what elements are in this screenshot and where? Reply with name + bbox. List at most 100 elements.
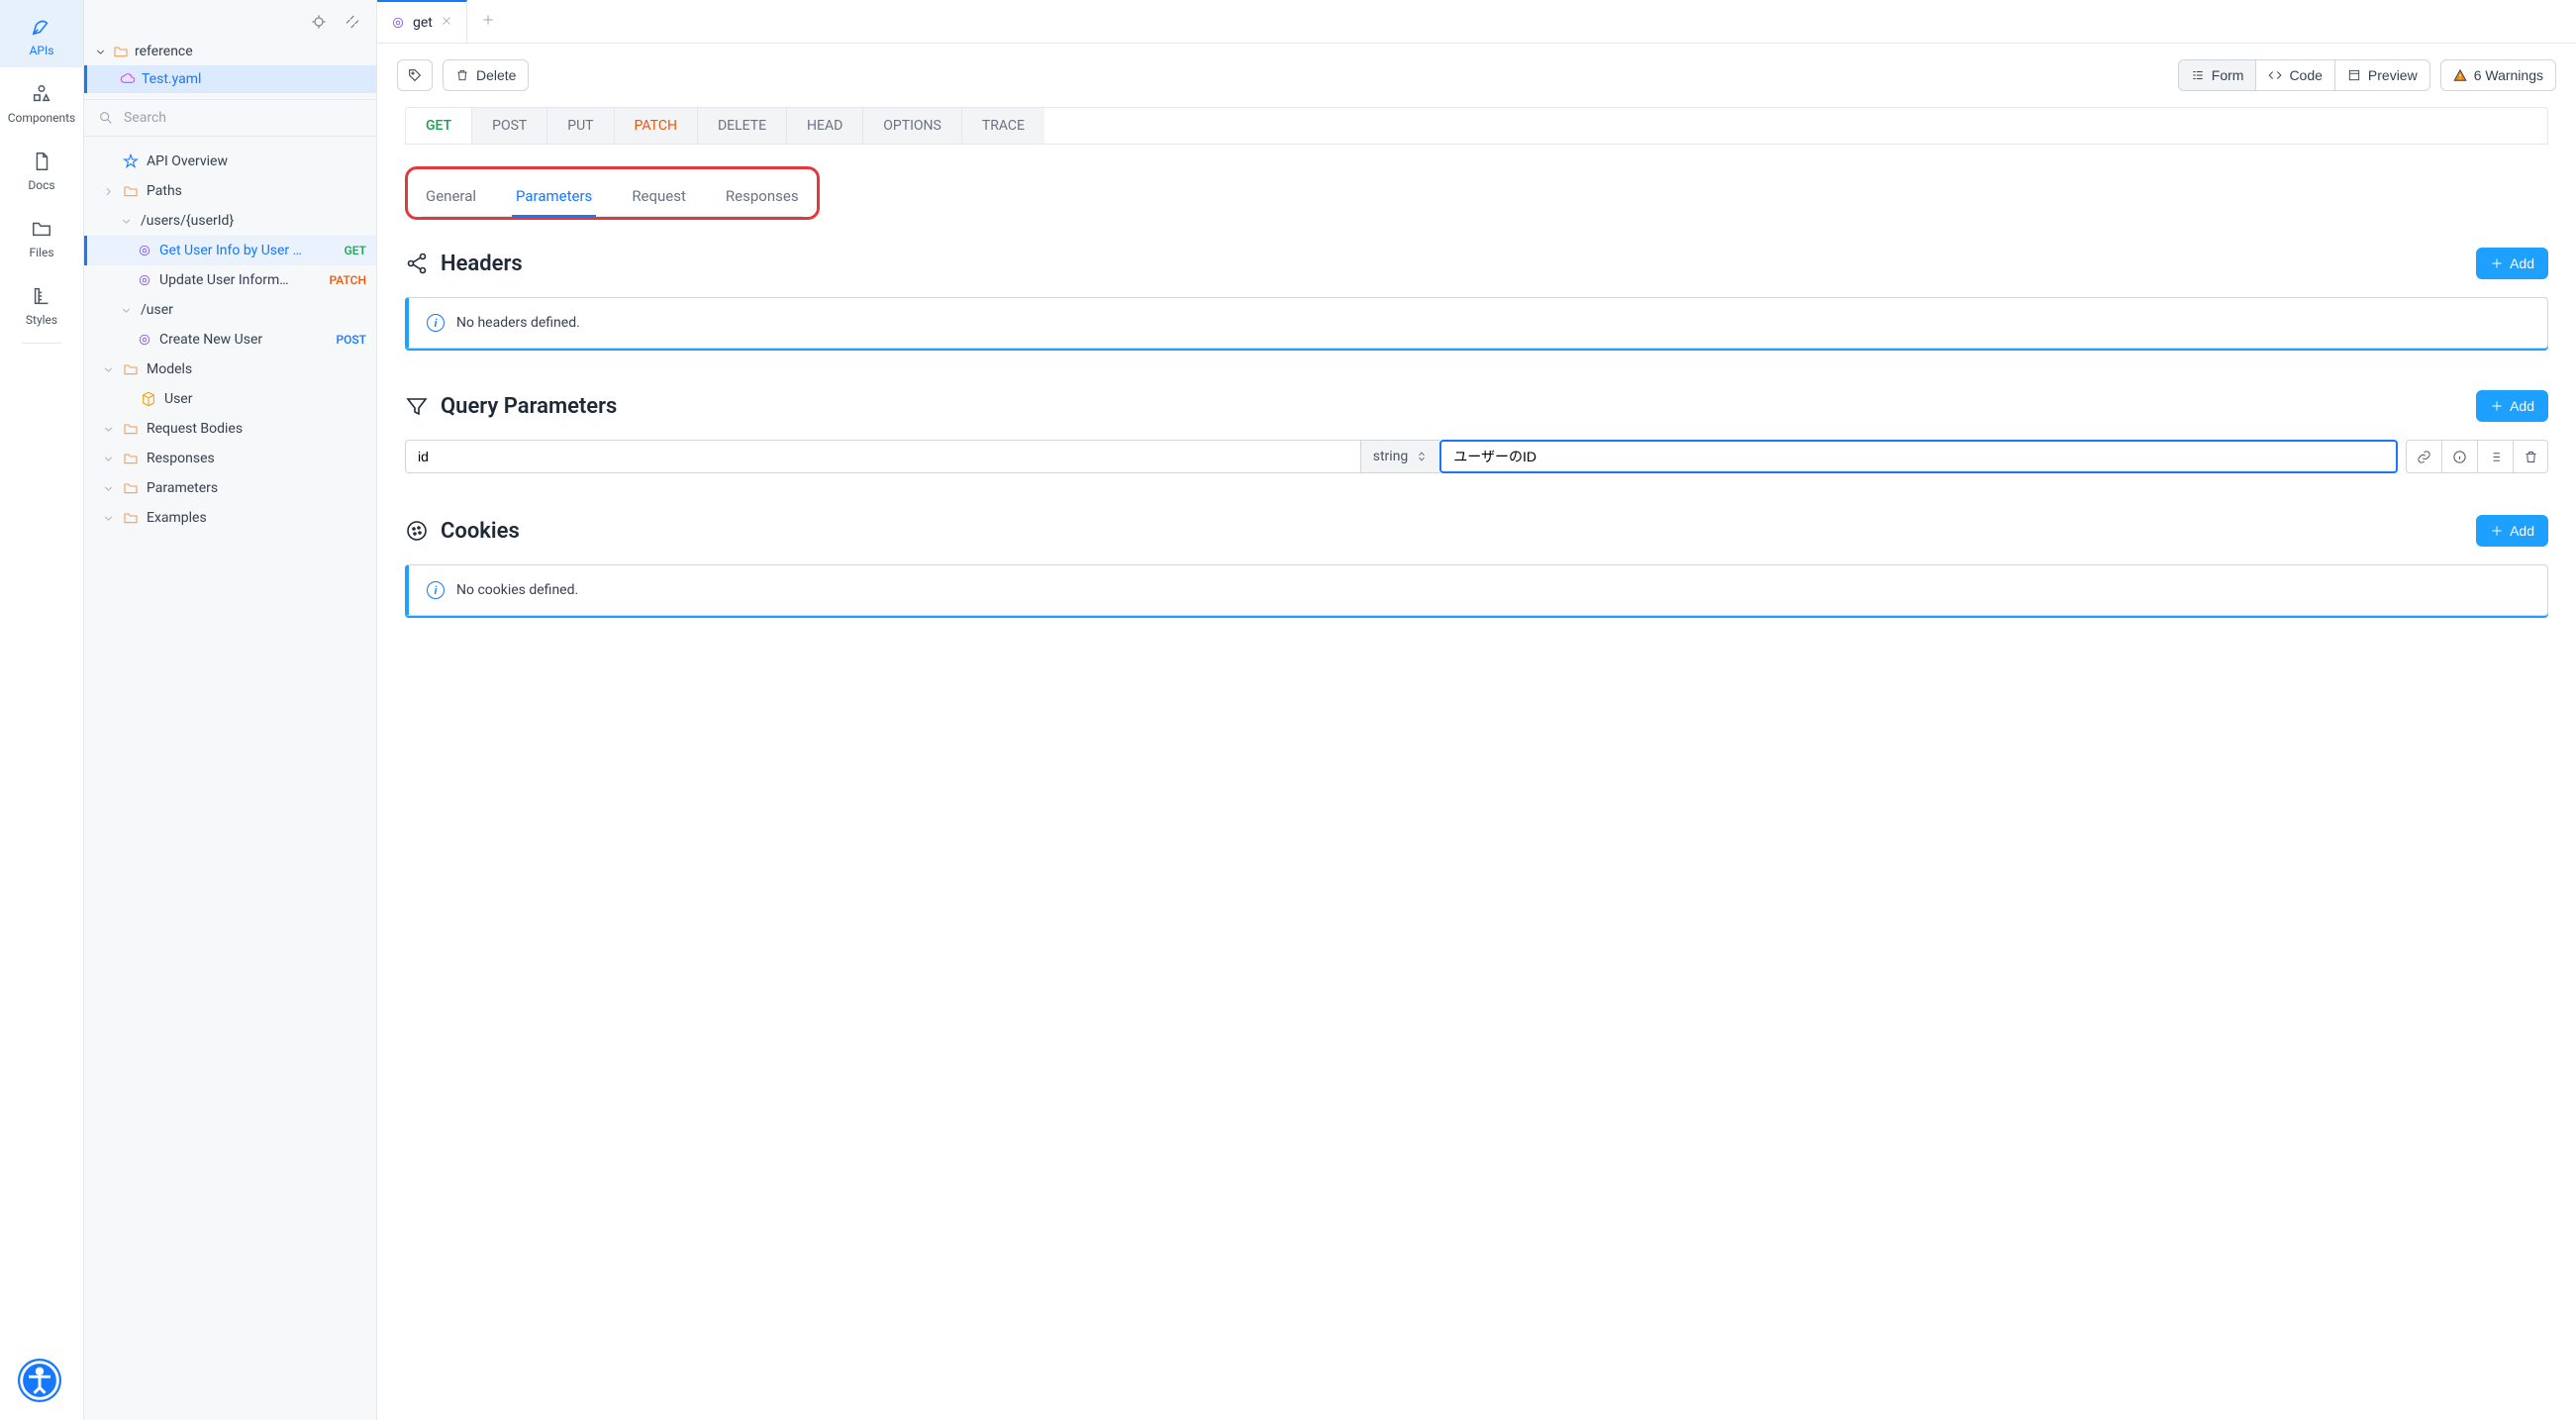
tag-button[interactable] xyxy=(397,59,433,91)
subtab-request[interactable]: Request xyxy=(628,177,690,216)
search-placeholder: Search xyxy=(124,110,166,126)
param-type-select[interactable]: string xyxy=(1360,440,1440,473)
method-tab-delete[interactable]: DELETE xyxy=(698,108,787,144)
nav-op-get-user-info[interactable]: Get User Info by User … GET xyxy=(84,236,376,265)
info-text: No cookies defined. xyxy=(456,582,578,598)
method-tab-head[interactable]: HEAD xyxy=(787,108,863,144)
divider xyxy=(22,343,61,344)
button-label: Add xyxy=(2510,255,2534,271)
chevron-down-icon xyxy=(102,423,115,436)
button-label: Form xyxy=(2212,67,2244,83)
nav-op-create-user[interactable]: Create New User POST xyxy=(84,325,376,355)
nav-label: Get User Info by User … xyxy=(159,243,337,258)
view-mode-group: Form Code Preview xyxy=(2178,59,2430,91)
param-list-button[interactable] xyxy=(2477,440,2513,473)
code-icon xyxy=(2268,68,2282,82)
chevron-down-icon xyxy=(102,482,115,495)
nav-model-user[interactable]: User xyxy=(84,384,376,414)
folder-icon xyxy=(113,44,129,59)
nav-examples[interactable]: Examples xyxy=(84,503,376,533)
method-tab-options[interactable]: OPTIONS xyxy=(863,108,962,144)
tab-get[interactable]: get xyxy=(377,0,467,43)
tag-icon xyxy=(407,67,423,83)
sidebar-search[interactable]: Search xyxy=(84,99,376,137)
tab-add[interactable] xyxy=(467,13,509,31)
method-tab-patch[interactable]: PATCH xyxy=(615,108,698,144)
query-param-row: string xyxy=(405,440,2548,473)
method-tag: GET xyxy=(345,244,366,257)
nav-api-overview[interactable]: API Overview xyxy=(84,147,376,176)
folder-icon xyxy=(123,510,139,526)
nav-responses[interactable]: Responses xyxy=(84,444,376,473)
method-tab-post[interactable]: POST xyxy=(472,108,547,144)
form-view-button[interactable]: Form xyxy=(2178,59,2256,91)
plus-icon xyxy=(2490,256,2504,270)
sidebar: reference Test.yaml Search API Overview … xyxy=(84,0,377,1420)
rail-label: Docs xyxy=(28,178,54,192)
nav-path-users-userid[interactable]: /users/{userId} xyxy=(84,206,376,236)
tab-close[interactable] xyxy=(441,15,452,31)
headers-empty-info: i No headers defined. xyxy=(405,297,2548,349)
subtab-responses[interactable]: Responses xyxy=(722,177,803,216)
nav-label: User xyxy=(164,391,366,407)
accessibility-button[interactable] xyxy=(18,1359,61,1402)
param-name-input[interactable] xyxy=(405,440,1360,473)
chevron-down-icon xyxy=(120,215,133,228)
param-link-button[interactable] xyxy=(2406,440,2441,473)
cube-icon xyxy=(141,391,156,407)
warnings-button[interactable]: 6 Warnings xyxy=(2440,59,2556,91)
chevron-right-icon xyxy=(102,185,115,198)
sidebar-folder-reference[interactable]: reference xyxy=(84,38,376,65)
nav-path-user[interactable]: /user xyxy=(84,295,376,325)
subtab-general[interactable]: General xyxy=(422,177,480,216)
nav-request-bodies[interactable]: Request Bodies xyxy=(84,414,376,444)
preview-button[interactable]: Preview xyxy=(2334,59,2430,91)
nav-paths[interactable]: Paths xyxy=(84,176,376,206)
title-text: Headers xyxy=(441,252,523,276)
rail-item-files[interactable]: Files xyxy=(0,202,83,269)
nav-models[interactable]: Models xyxy=(84,355,376,384)
rail-item-apis[interactable]: APIs xyxy=(0,0,83,67)
method-tab-put[interactable]: PUT xyxy=(547,108,614,144)
add-header-button[interactable]: Add xyxy=(2476,248,2548,279)
button-label: 6 Warnings xyxy=(2474,67,2543,83)
method-tab-get[interactable]: GET xyxy=(406,108,472,144)
nav-label: Examples xyxy=(147,510,366,526)
file-label: Test.yaml xyxy=(142,71,201,87)
rail-item-styles[interactable]: Styles xyxy=(0,269,83,337)
param-info-button[interactable] xyxy=(2441,440,2477,473)
param-description-input[interactable] xyxy=(1439,440,2398,473)
nav-parameters[interactable]: Parameters xyxy=(84,473,376,503)
rail-item-components[interactable]: Components xyxy=(0,67,83,135)
nav-op-update-user[interactable]: Update User Inform… PATCH xyxy=(84,265,376,295)
code-view-button[interactable]: Code xyxy=(2255,59,2333,91)
locate-button[interactable] xyxy=(307,10,331,34)
preview-icon xyxy=(2347,68,2361,82)
method-tab-trace[interactable]: TRACE xyxy=(962,108,1044,144)
subtab-parameters[interactable]: Parameters xyxy=(512,177,596,217)
plus-icon xyxy=(2490,399,2504,413)
button-label: Preview xyxy=(2368,67,2418,83)
delete-button[interactable]: Delete xyxy=(443,59,529,91)
crosshair-icon xyxy=(311,14,327,30)
nav-label: Update User Inform… xyxy=(159,272,322,288)
section-cookies: Cookies Add i No cookies defined. xyxy=(405,515,2548,616)
chevron-down-icon xyxy=(102,363,115,376)
plus-icon xyxy=(481,13,495,27)
tab-label: get xyxy=(413,15,433,31)
add-cookie-button[interactable]: Add xyxy=(2476,515,2548,547)
trash-icon xyxy=(2524,450,2538,464)
type-label: string xyxy=(1373,449,1409,464)
param-delete-button[interactable] xyxy=(2513,440,2548,473)
rail-label: APIs xyxy=(30,44,54,57)
sidebar-file-test-yaml[interactable]: Test.yaml xyxy=(84,65,376,93)
section-query-params: Query Parameters Add string xyxy=(405,390,2548,473)
collapse-button[interactable] xyxy=(341,10,364,34)
add-query-param-button[interactable]: Add xyxy=(2476,390,2548,422)
collapse-icon xyxy=(345,14,360,30)
rail-label: Files xyxy=(29,246,53,259)
rail-item-docs[interactable]: Docs xyxy=(0,135,83,202)
cookie-icon xyxy=(405,519,429,543)
info-text: No headers defined. xyxy=(456,315,580,331)
share-icon xyxy=(405,252,429,275)
